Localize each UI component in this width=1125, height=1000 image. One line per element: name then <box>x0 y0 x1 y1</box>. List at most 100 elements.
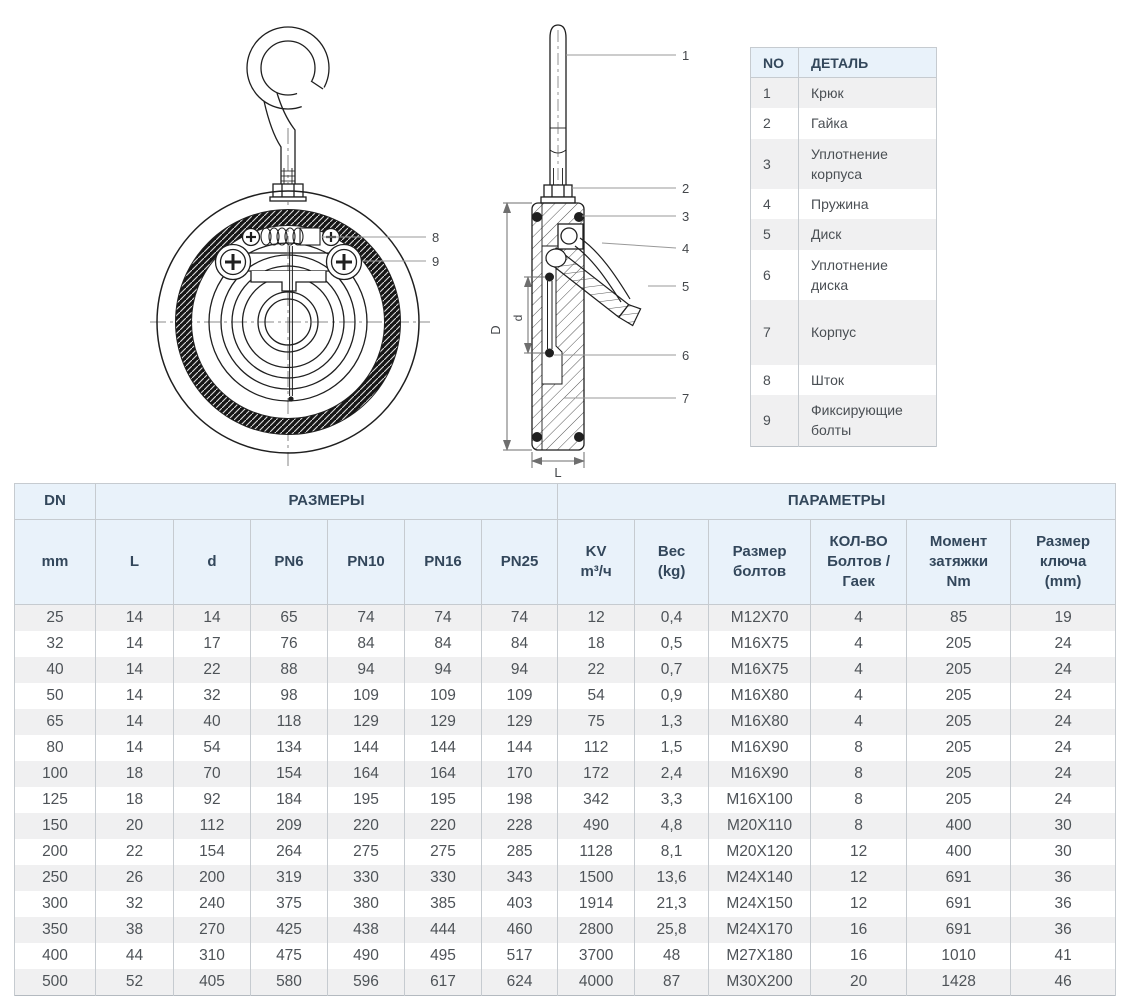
table-cell: 14 <box>96 631 174 657</box>
col-header-pn25: PN25 <box>482 520 558 605</box>
parts-list-table: NO ДЕТАЛЬ 1Крюк2Гайка3Уплотнение корпуса… <box>750 47 937 447</box>
table-cell: 134 <box>251 735 328 761</box>
table-cell: 184 <box>251 787 328 813</box>
table-cell: 403 <box>482 891 558 917</box>
table-cell: 65 <box>15 709 96 735</box>
table-cell: 4000 <box>558 969 635 996</box>
part-name: Гайка <box>799 108 937 138</box>
table-cell: 0,7 <box>635 657 709 683</box>
table-cell: 20 <box>811 969 907 996</box>
table-cell: 74 <box>328 605 405 632</box>
table-cell: 444 <box>405 917 482 943</box>
table-cell: 25,8 <box>635 917 709 943</box>
table-cell: 118 <box>251 709 328 735</box>
table-row: 12518921841951951983423,3M16X100820524 <box>15 787 1116 813</box>
table-cell: 40 <box>15 657 96 683</box>
part-number: 2 <box>751 108 799 138</box>
table-cell: 87 <box>635 969 709 996</box>
table-cell: 691 <box>907 917 1011 943</box>
table-cell: 94 <box>328 657 405 683</box>
table-cell: 205 <box>907 657 1011 683</box>
parts-row: 3Уплотнение корпуса <box>751 139 937 190</box>
table-cell: 24 <box>1011 631 1116 657</box>
table-cell: 50 <box>15 683 96 709</box>
dim-label-D: D <box>488 325 503 334</box>
table-cell: 164 <box>405 761 482 787</box>
table-cell: 32 <box>174 683 251 709</box>
table-cell: 517 <box>482 943 558 969</box>
table-cell: 330 <box>328 865 405 891</box>
table-cell: 12 <box>811 891 907 917</box>
part-number: 4 <box>751 189 799 219</box>
table-cell: 691 <box>907 891 1011 917</box>
sub-header-row: mm L d PN6 PN10 PN16 PN25 KV m³/ч Вес (k… <box>15 520 1116 605</box>
table-cell: 32 <box>15 631 96 657</box>
table-cell: 275 <box>328 839 405 865</box>
callout-3: 3 <box>682 209 689 224</box>
hook-rod-side <box>550 25 566 200</box>
parts-row: 4Пружина <box>751 189 937 219</box>
table-cell: 54 <box>558 683 635 709</box>
table-cell: 14 <box>96 657 174 683</box>
parts-header-detail: ДЕТАЛЬ <box>799 48 937 78</box>
table-cell: 38 <box>96 917 174 943</box>
dim-label-d: d <box>511 315 525 322</box>
table-cell: 80 <box>15 735 96 761</box>
table-cell: 112 <box>558 735 635 761</box>
parts-header-row: NO ДЕТАЛЬ <box>751 48 937 78</box>
table-cell: M16X80 <box>709 683 811 709</box>
table-cell: 48 <box>635 943 709 969</box>
table-cell: 400 <box>907 813 1011 839</box>
table-cell: M16X90 <box>709 735 811 761</box>
table-cell: 495 <box>405 943 482 969</box>
table-cell: 154 <box>174 839 251 865</box>
table-cell: 8 <box>811 787 907 813</box>
fixing-bolt-left <box>216 245 251 280</box>
table-cell: 17 <box>174 631 251 657</box>
table-cell: 40 <box>174 709 251 735</box>
table-cell: 144 <box>482 735 558 761</box>
callout-6: 6 <box>682 348 689 363</box>
table-cell: 25 <box>15 605 96 632</box>
table-cell: 129 <box>405 709 482 735</box>
table-cell: 22 <box>96 839 174 865</box>
table-cell: 0,9 <box>635 683 709 709</box>
group-header-sizes: РАЗМЕРЫ <box>96 484 558 520</box>
part-number: 1 <box>751 78 799 109</box>
table-cell: 84 <box>482 631 558 657</box>
table-cell: 1428 <box>907 969 1011 996</box>
table-cell: 205 <box>907 787 1011 813</box>
front-view <box>150 27 430 466</box>
table-row: 40142288949494220,7M16X75420524 <box>15 657 1116 683</box>
table-cell: 14 <box>96 735 174 761</box>
part-name: Уплотнение корпуса <box>799 139 937 190</box>
table-cell: 343 <box>482 865 558 891</box>
parts-table-body: 1Крюк2Гайка3Уплотнение корпуса4Пружина5Д… <box>751 78 937 447</box>
table-cell: M24X170 <box>709 917 811 943</box>
table-cell: 84 <box>405 631 482 657</box>
col-header-weight: Вес (kg) <box>635 520 709 605</box>
table-cell: 24 <box>1011 735 1116 761</box>
nut-side <box>541 185 575 203</box>
table-cell: 350 <box>15 917 96 943</box>
table-cell: 228 <box>482 813 558 839</box>
col-header-L: L <box>96 520 174 605</box>
table-cell: 8 <box>811 813 907 839</box>
table-cell: 18 <box>96 787 174 813</box>
table-cell: 18 <box>558 631 635 657</box>
table-cell: 14 <box>96 605 174 632</box>
hook-front <box>247 27 340 184</box>
table-cell: M16X75 <box>709 657 811 683</box>
table-row: 32141776848484180,5M16X75420524 <box>15 631 1116 657</box>
table-cell: 596 <box>328 969 405 996</box>
table-cell: M12X70 <box>709 605 811 632</box>
group-header-params: ПАРАМЕТРЫ <box>558 484 1116 520</box>
table-cell: 144 <box>405 735 482 761</box>
table-cell: 4 <box>811 605 907 632</box>
table-cell: 1010 <box>907 943 1011 969</box>
table-cell: 74 <box>405 605 482 632</box>
table-cell: 2,4 <box>635 761 709 787</box>
table-cell: 580 <box>251 969 328 996</box>
table-cell: 198 <box>482 787 558 813</box>
col-header-wrench: Размер ключа (mm) <box>1011 520 1116 605</box>
